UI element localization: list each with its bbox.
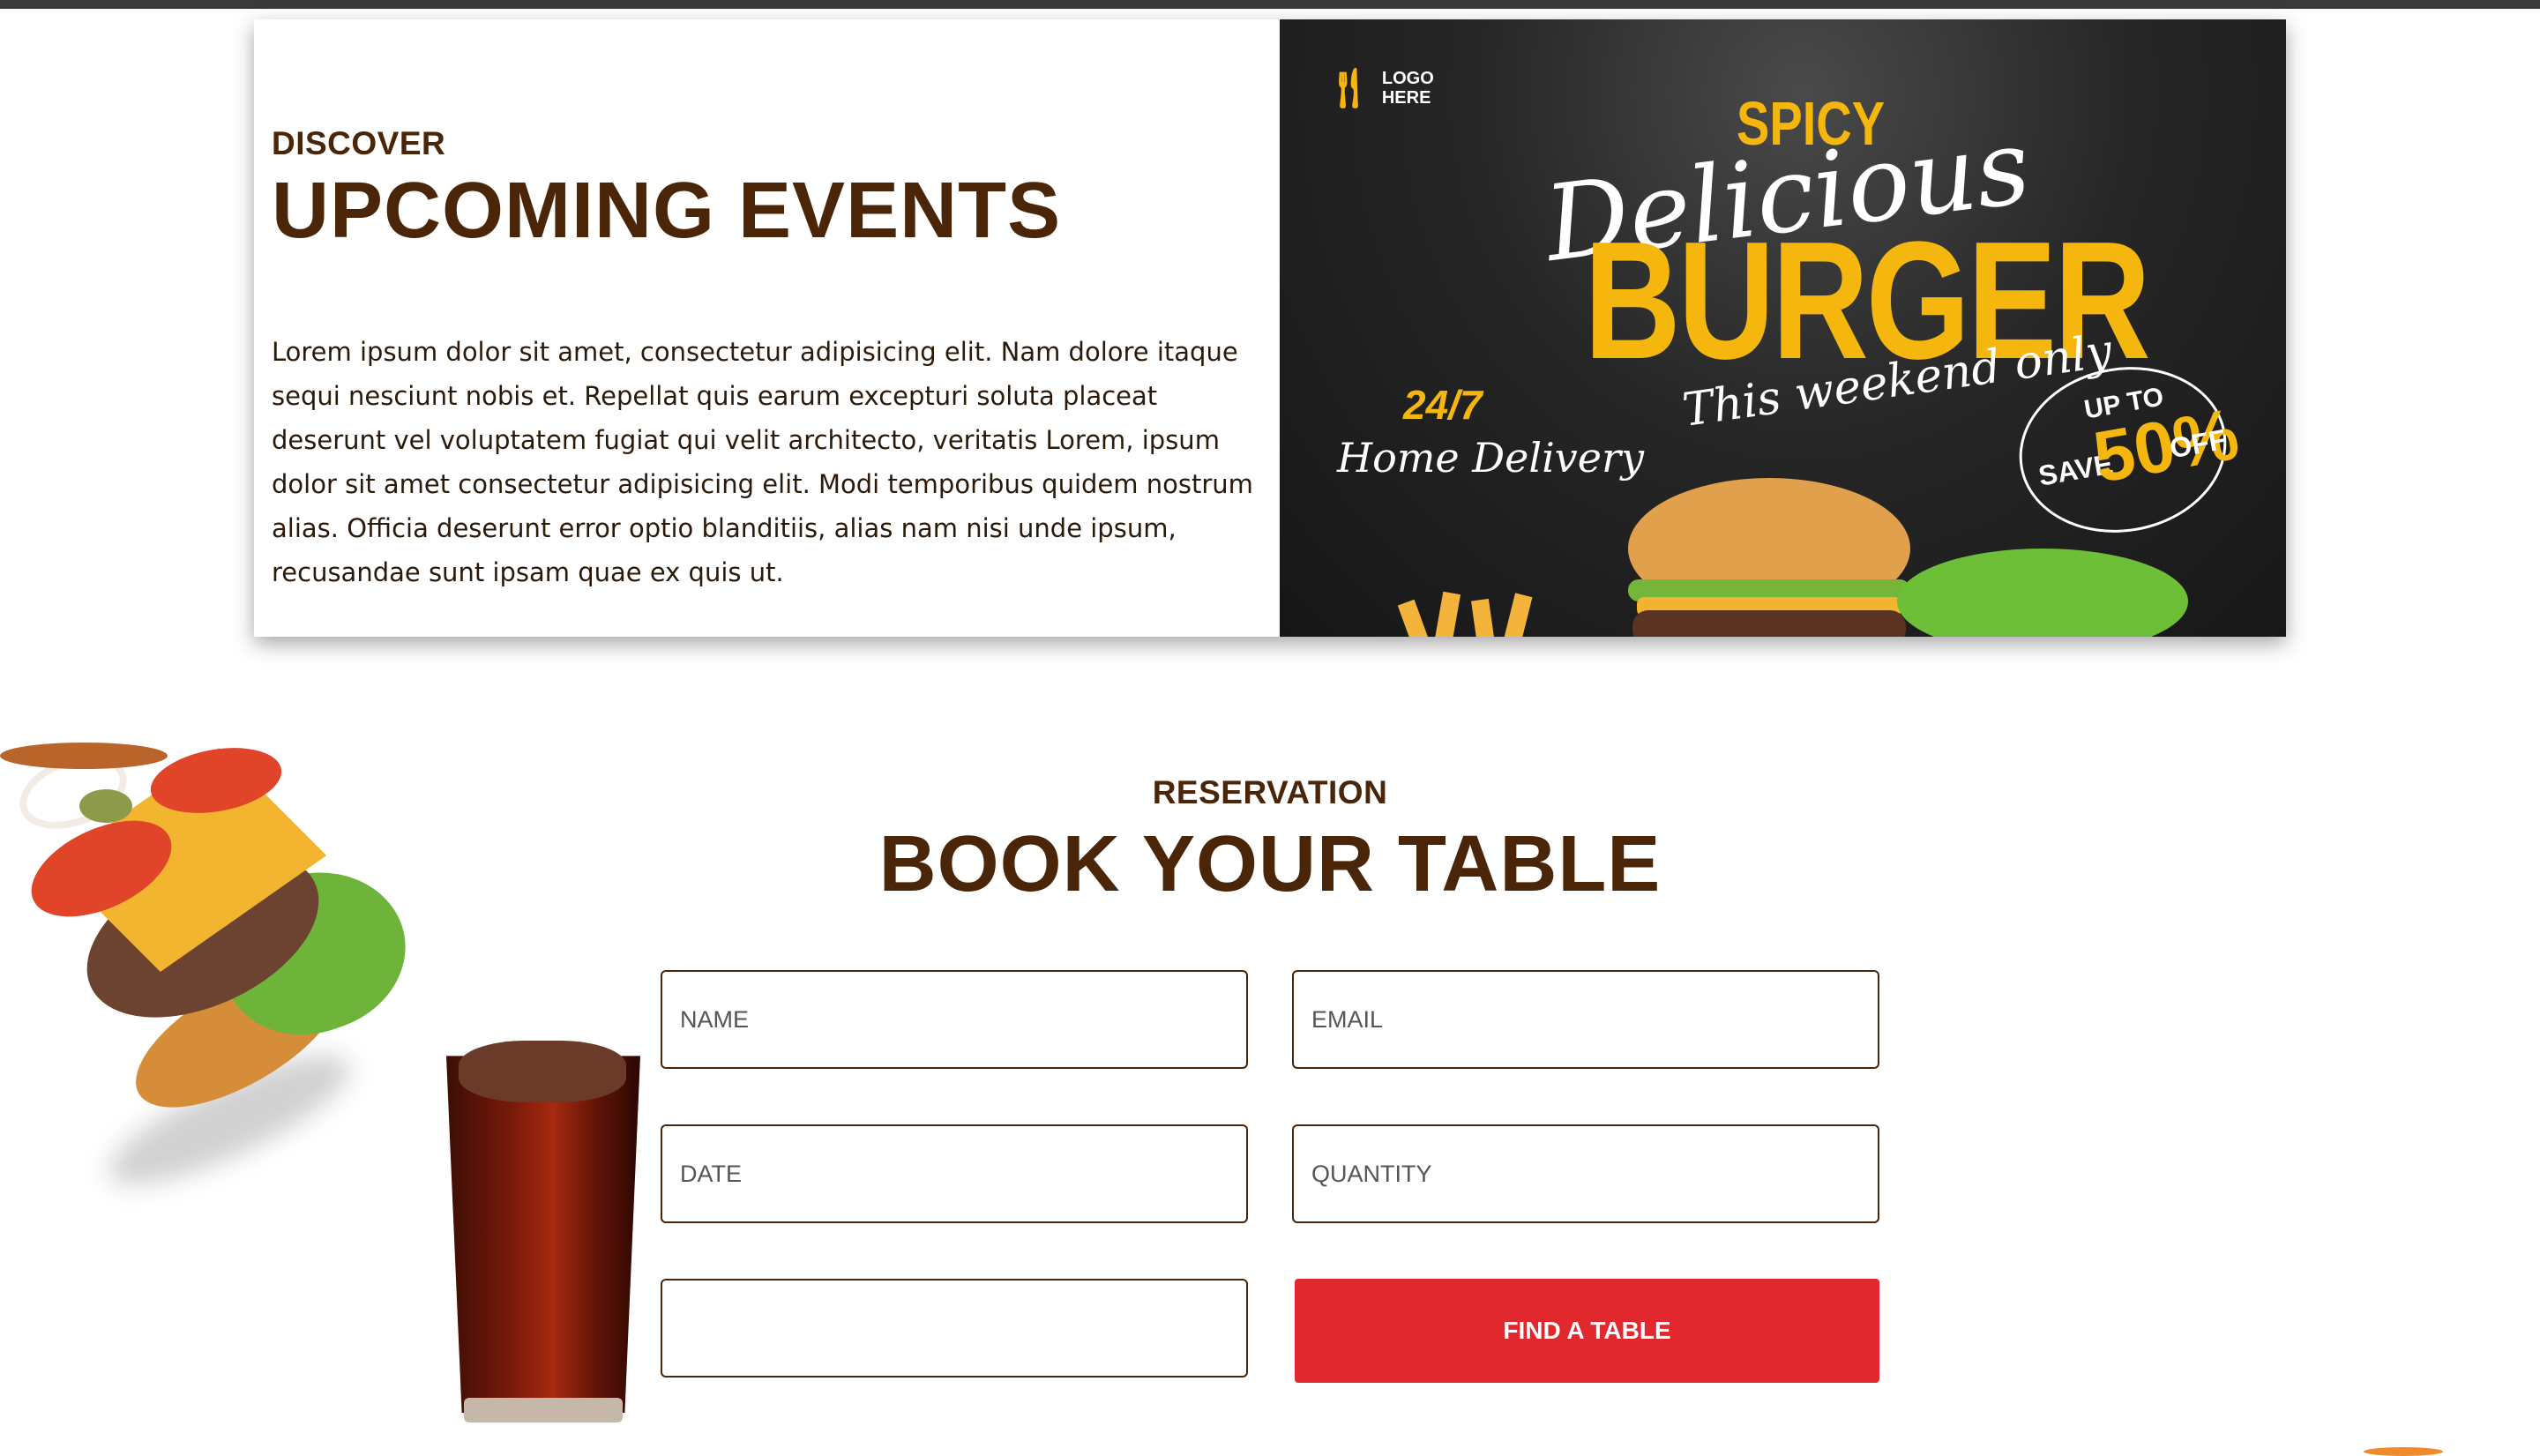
- burger-promo-banner: 🍴︎ LOGO HERE SPICY Delicious BURGER This…: [1280, 19, 2286, 637]
- burger-illustration: [1628, 478, 1910, 637]
- events-eyebrow: DISCOVER: [272, 125, 446, 161]
- quantity-input[interactable]: [1292, 1124, 1879, 1223]
- fries-illustration: [1397, 591, 1533, 637]
- logo-line1: LOGO: [1381, 69, 1434, 88]
- logo-text: LOGO HERE: [1382, 69, 1434, 108]
- name-input[interactable]: [661, 970, 1248, 1069]
- events-card: DISCOVER UPCOMING EVENTS Lorem ipsum dol…: [254, 19, 2286, 637]
- extra-input[interactable]: [661, 1279, 1248, 1378]
- banner-delivery: Home Delivery: [1337, 434, 1644, 482]
- top-bar: [0, 0, 2540, 9]
- email-input[interactable]: [1292, 970, 1879, 1069]
- find-a-table-button[interactable]: FIND A TABLE: [1295, 1279, 1879, 1383]
- flying-burger-bun-top: [0, 743, 168, 769]
- events-title: UPCOMING EVENTS: [272, 167, 1062, 255]
- fork-knife-icon: 🍴︎: [1324, 66, 1373, 111]
- burger-patty: [1632, 610, 1906, 637]
- banner-hours: 24/7: [1403, 382, 1483, 428]
- events-text: DISCOVER UPCOMING EVENTS Lorem ipsum dol…: [272, 125, 1268, 620]
- reservation-title: BOOK YOUR TABLE: [878, 820, 1662, 908]
- reservation-eyebrow: RESERVATION: [1152, 774, 1388, 810]
- logo-line2: HERE: [1381, 88, 1431, 108]
- date-input[interactable]: [661, 1124, 1248, 1223]
- banner-logo: 🍴︎ LOGO HERE: [1324, 65, 1434, 111]
- lettuce-illustration: [1897, 549, 2188, 637]
- cola-glass-base: [464, 1398, 623, 1422]
- events-body: Lorem ipsum dolor sit amet, consectetur …: [272, 337, 1253, 587]
- cola-ice: [459, 1041, 626, 1102]
